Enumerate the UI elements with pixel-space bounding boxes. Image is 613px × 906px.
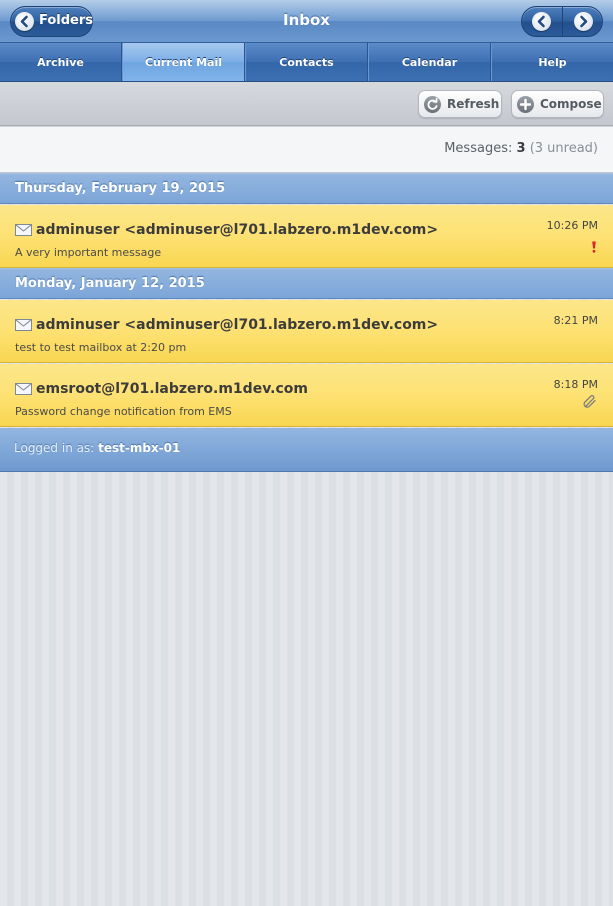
message-count: Messages: 3 (3 unread)	[444, 141, 598, 156]
tab-current-mail[interactable]: Current Mail	[122, 43, 245, 81]
message-time: 8:18 PM	[553, 378, 598, 391]
refresh-button[interactable]: Refresh	[418, 90, 502, 118]
login-status-bar: Logged in as: test-mbx-01	[0, 428, 613, 472]
unread-envelope-icon	[15, 380, 32, 399]
message-row[interactable]: adminuser <adminuser@l701.labzero.m1dev.…	[0, 205, 613, 268]
compose-label: Compose	[540, 97, 602, 111]
message-row[interactable]: adminuser <adminuser@l701.labzero.m1dev.…	[0, 300, 613, 363]
unread-envelope-icon	[15, 316, 32, 335]
back-arrow-icon	[15, 12, 34, 31]
attachment-icon	[583, 394, 597, 413]
message-sender: emsroot@l701.labzero.m1dev.com	[36, 381, 308, 397]
tab-contacts[interactable]: Contacts	[245, 43, 368, 81]
message-sender: adminuser <adminuser@l701.labzero.m1dev.…	[36, 317, 439, 333]
message-subject: test to test mailbox at 2:20 pm	[15, 341, 187, 354]
logged-in-label: Logged in as:	[14, 441, 95, 455]
folders-label: Folders	[39, 13, 94, 28]
unread-count: (3 unread)	[529, 141, 598, 156]
messages-count-value: 3	[516, 141, 526, 156]
main-tabs: Archive Current Mail Contacts Calendar H…	[0, 43, 613, 82]
message-nav	[521, 6, 603, 37]
nav-divider	[562, 7, 563, 36]
compose-button[interactable]: Compose	[511, 90, 604, 118]
page-title: Inbox	[283, 11, 330, 29]
folders-button[interactable]: Folders	[10, 6, 93, 37]
message-subject: Password change notification from EMS	[15, 405, 232, 418]
messages-label: Messages:	[444, 141, 513, 156]
date-header: Monday, January 12, 2015	[0, 268, 613, 299]
message-time: 10:26 PM	[546, 219, 598, 232]
message-row[interactable]: emsroot@l701.labzero.m1dev.com Password …	[0, 364, 613, 427]
important-icon	[591, 238, 597, 257]
tab-help[interactable]: Help	[491, 43, 613, 81]
tab-calendar[interactable]: Calendar	[368, 43, 491, 81]
previous-arrow-icon[interactable]	[532, 12, 551, 31]
date-header: Thursday, February 19, 2015	[0, 173, 613, 204]
plus-icon	[517, 96, 534, 113]
logged-in-user: test-mbx-01	[98, 441, 181, 455]
refresh-label: Refresh	[447, 97, 500, 111]
app-header: Folders Inbox	[0, 0, 613, 43]
message-time: 8:21 PM	[553, 314, 598, 327]
next-arrow-icon[interactable]	[574, 12, 593, 31]
message-info-bar: Messages: 3 (3 unread)	[0, 126, 613, 173]
unread-envelope-icon	[15, 221, 32, 240]
tab-archive[interactable]: Archive	[0, 43, 122, 81]
message-sender: adminuser <adminuser@l701.labzero.m1dev.…	[36, 222, 439, 238]
message-subject: A very important message	[15, 246, 162, 259]
mail-toolbar: Refresh Compose	[0, 82, 613, 126]
refresh-icon	[424, 96, 441, 113]
